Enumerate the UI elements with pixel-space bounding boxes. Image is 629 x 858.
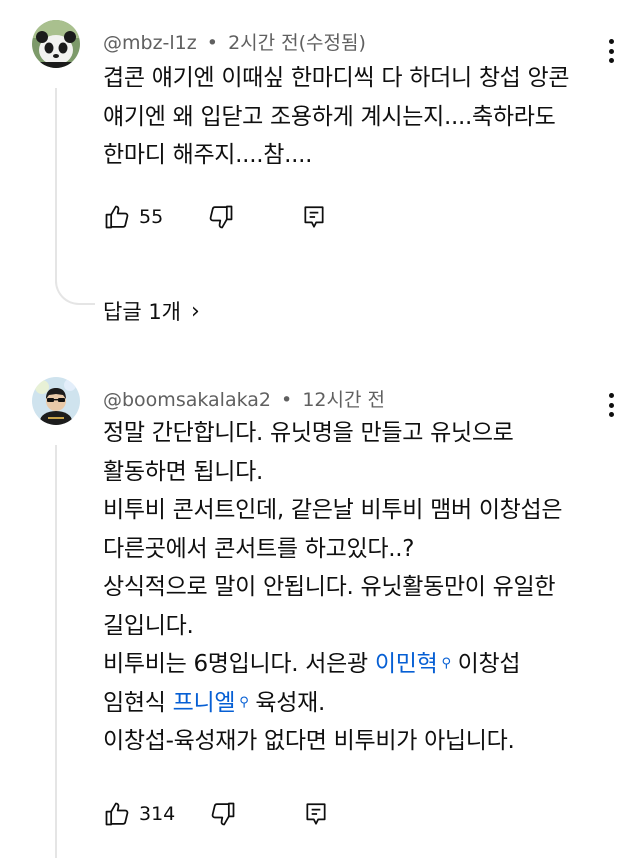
avatar[interactable]	[32, 377, 80, 425]
reply-icon	[304, 206, 324, 228]
meta-separator: •	[281, 389, 293, 411]
comment-time: 12시간 전	[302, 389, 385, 411]
thumbs-up-icon	[105, 205, 129, 229]
thread-line	[55, 445, 57, 858]
replies-label: 답글 1개	[103, 300, 181, 324]
thread-curve	[55, 275, 95, 305]
meta-separator: •	[206, 32, 219, 54]
line-text: 육성재.	[248, 689, 326, 716]
chevron-right-icon: ›	[191, 298, 200, 324]
comment-author[interactable]: @mbz-l1z	[103, 32, 197, 54]
comment-author[interactable]: @boomsakalaka2	[103, 389, 271, 411]
comment-line: 겹콘 얘기엔 이때싶 한마디씩 다 하더니 창섭 앙콘	[103, 65, 570, 91]
like-count: 55	[139, 206, 164, 228]
comment-meta: @mbz-l1z • 2시간 전(수정됨)	[103, 28, 366, 55]
dislike-button[interactable]	[207, 203, 235, 231]
line-text: 이창섭	[450, 651, 521, 677]
comment-meta: @boomsakalaka2 • 12시간 전	[103, 385, 385, 412]
comment-line: 임현식 프니엘 ⚲ 육성재.	[103, 684, 613, 723]
comment-line: 비투비는 6명입니다. 서은광 이민혁 ⚲ 이창섭	[103, 645, 613, 684]
comment-line: 활동하면 됩니다.	[103, 458, 264, 485]
comment-actions: 55	[103, 199, 327, 235]
comment-time: 2시간 전(수정됨)	[228, 32, 366, 54]
comment-line: 다른곳에서 콘서트를 하고있다..?	[103, 535, 415, 562]
avatar[interactable]	[32, 20, 80, 68]
comment-line: 한마디 해주지....참....	[103, 142, 313, 168]
comment-line: 길입니다.	[103, 612, 194, 639]
panda-avatar-icon	[32, 20, 80, 68]
like-button[interactable]: 55	[103, 203, 163, 231]
comment-line: 얘기엔 왜 입닫고 조용하게 계시는지....축하라도	[103, 103, 556, 130]
search-link-text: 이민혁	[374, 651, 438, 677]
search-link[interactable]: 이민혁 ⚲	[375, 651, 451, 677]
search-icon: ⚲	[441, 656, 451, 671]
thumbs-down-icon	[211, 802, 235, 826]
thumbs-down-icon	[209, 205, 233, 229]
view-replies-button[interactable]: 답글 1개 ›	[103, 296, 200, 326]
comment-line: 상식적으로 말이 안됩니다. 유닛활동만이 유일한	[103, 574, 556, 600]
dislike-button[interactable]	[209, 800, 237, 828]
search-link[interactable]: 프니엘 ⚲	[173, 690, 249, 716]
reply-button[interactable]	[303, 801, 329, 827]
comment-text: 정말 간단합니다. 유닛명을 만들고 유닛으로 활동하면 됩니다. 비투비 콘서…	[103, 414, 613, 761]
comment-actions: 314	[103, 796, 329, 832]
comment-line: 비투비 콘서트인데, 같은날 비투비 맴버 이창섭은	[103, 497, 563, 523]
reply-button[interactable]	[301, 204, 327, 230]
like-count: 314	[139, 803, 176, 825]
comment-text: 겹콘 얘기엔 이때싶 한마디씩 다 하더니 창섭 앙콘 얘기엔 왜 입닫고 조용…	[103, 59, 613, 175]
line-text: 비투비는 6명입니다. 서은광	[103, 651, 375, 677]
thread-line	[55, 88, 57, 283]
search-link-text: 프니엘	[172, 689, 236, 716]
reply-icon	[306, 803, 326, 825]
thumbs-up-icon	[105, 802, 129, 826]
person-sunglasses-avatar-icon	[32, 377, 80, 425]
comment-line: 이창섭-육성재가 없다면 비투비가 아닙니다.	[103, 728, 515, 754]
like-button[interactable]: 314	[103, 800, 175, 828]
line-text: 임현식	[103, 689, 173, 716]
comment-line: 정말 간단합니다. 유닛명을 만들고 유닛으로	[103, 420, 514, 446]
